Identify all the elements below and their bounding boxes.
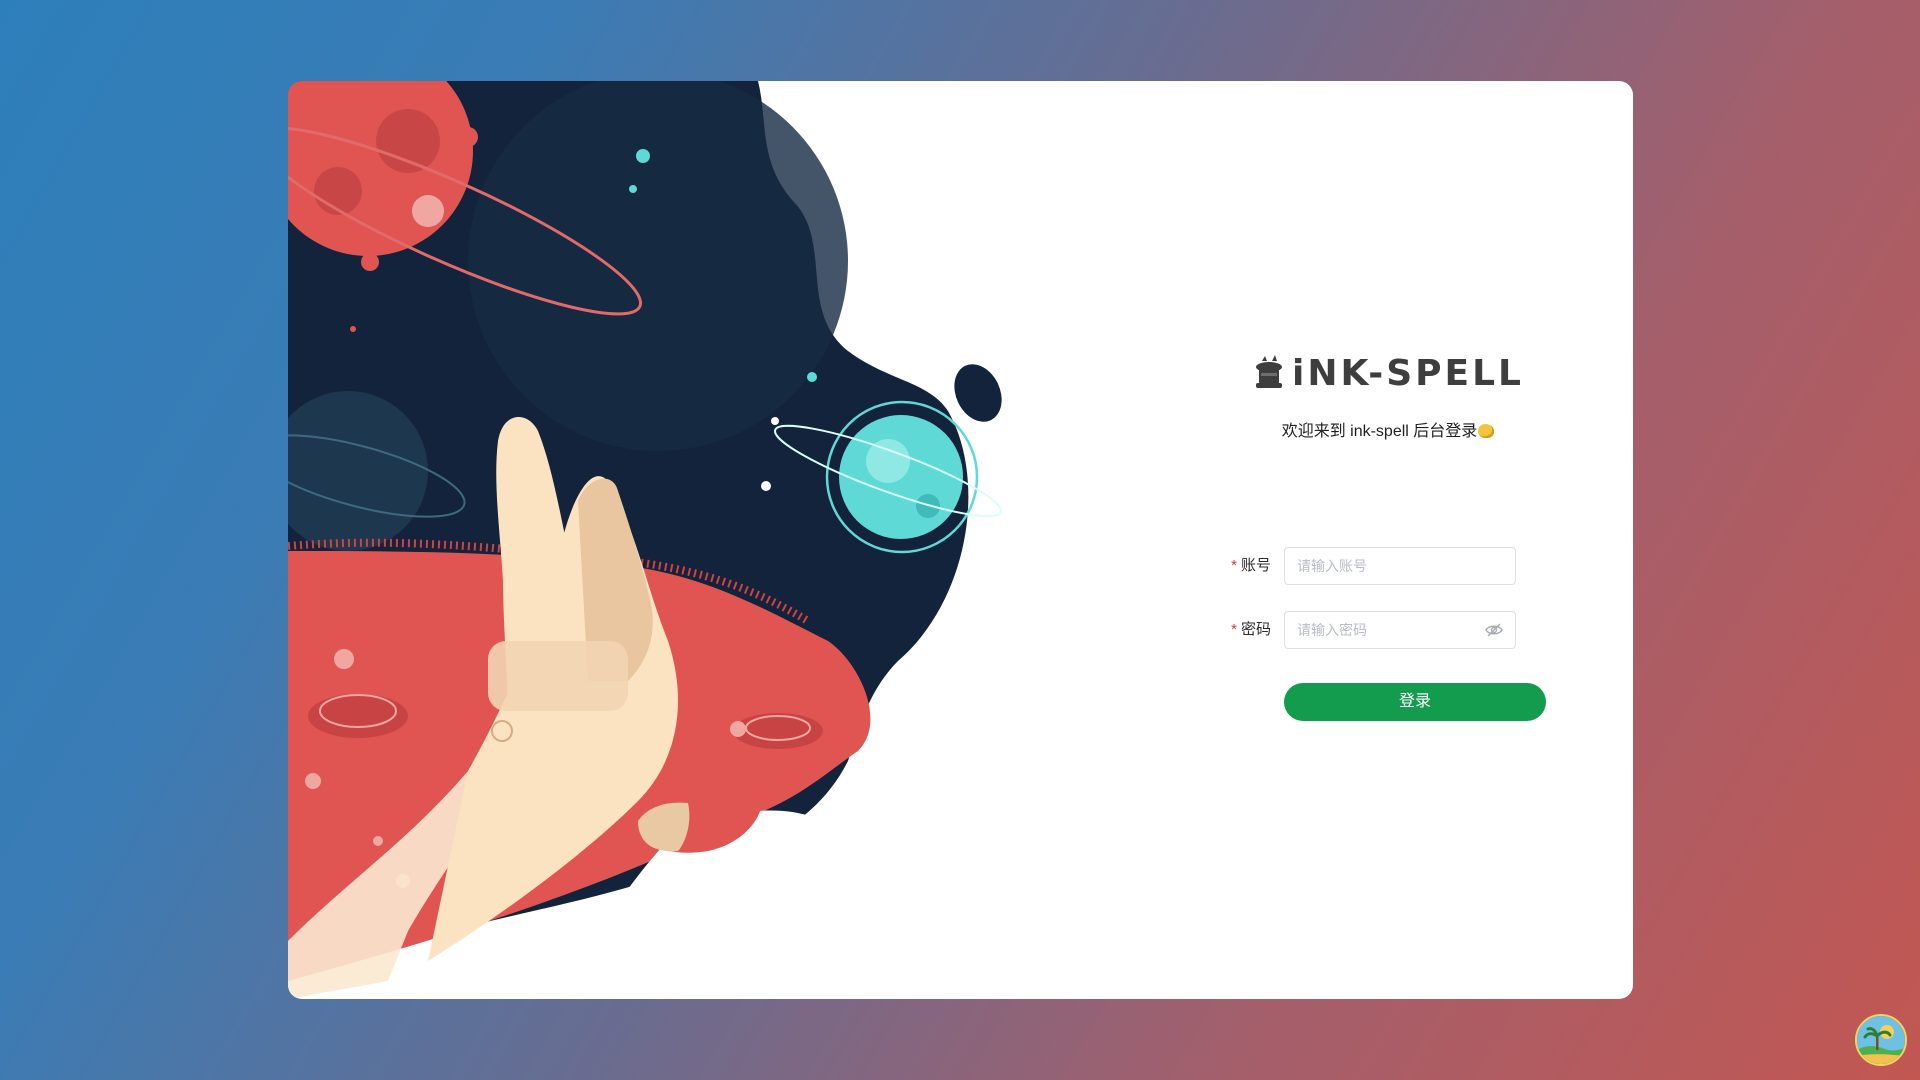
space-illustration [288, 81, 1048, 999]
account-row: * 账号 请输入账号 [1188, 547, 1588, 585]
password-label: * 密码 [1188, 611, 1271, 649]
required-mark: * [1231, 621, 1237, 638]
login-card: iNK-SPELL 欢迎来到 ink-spell 后台登录 * 账号 请输入账号 … [288, 81, 1633, 999]
password-row: * 密码 请输入密码 [1188, 611, 1588, 649]
magic-hat-icon [1256, 355, 1283, 388]
login-panel: iNK-SPELL 欢迎来到 ink-spell 后台登录 * 账号 请输入账号 … [1188, 81, 1588, 999]
welcome-text: 欢迎来到 ink-spell 后台登录 [1281, 423, 1478, 440]
logo: iNK-SPELL [1188, 343, 1588, 403]
account-placeholder: 请输入账号 [1297, 558, 1367, 574]
account-input[interactable]: 请输入账号 [1284, 547, 1516, 585]
password-input[interactable]: 请输入密码 [1284, 611, 1516, 649]
password-placeholder: 请输入密码 [1297, 622, 1367, 638]
account-label: * 账号 [1188, 547, 1271, 585]
login-button[interactable]: 登录 [1284, 683, 1546, 721]
account-label-text: 账号 [1240, 557, 1271, 574]
password-label-text: 密码 [1240, 621, 1271, 638]
fist-emoji-icon [1478, 424, 1495, 438]
required-mark: * [1231, 557, 1237, 574]
logo-text: iNK-SPELL [1292, 352, 1524, 394]
welcome-message: 欢迎来到 ink-spell 后台登录 [1188, 417, 1588, 441]
island-avatar-icon[interactable] [1855, 1014, 1907, 1066]
eye-off-icon[interactable] [1485, 622, 1503, 638]
